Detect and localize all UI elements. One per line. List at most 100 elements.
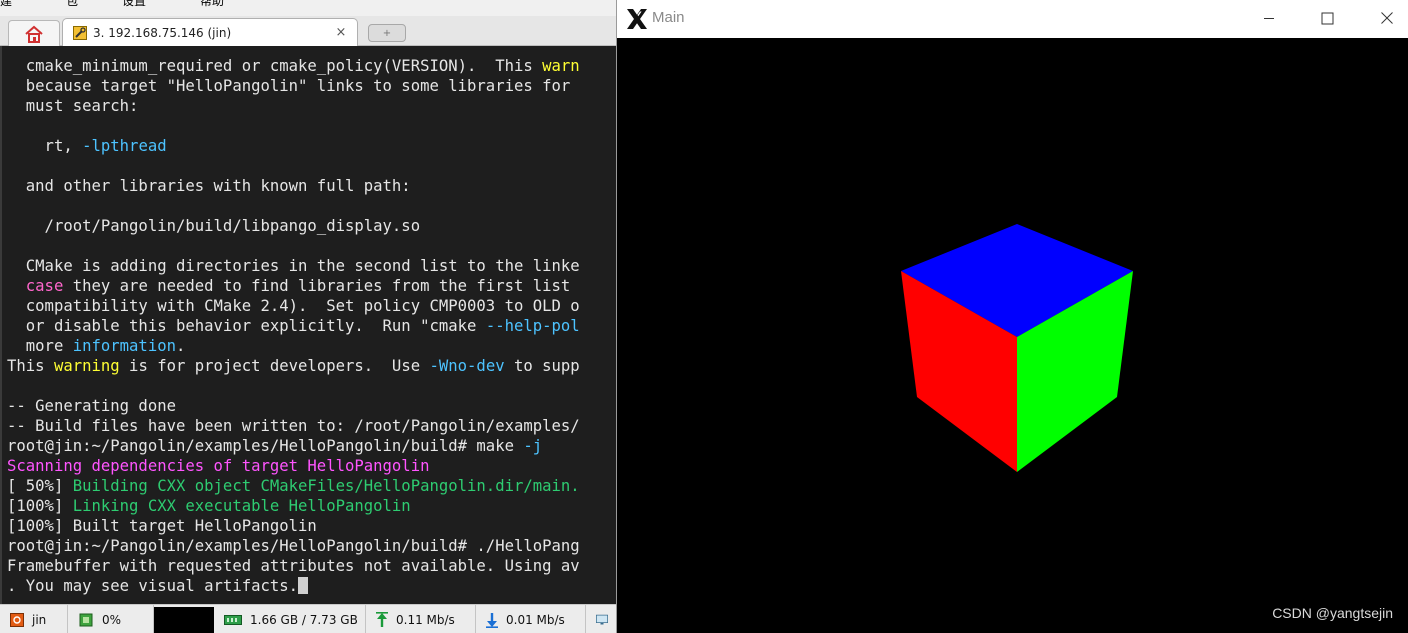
terminal-text: This (7, 357, 54, 375)
tab-bar: 3. 192.168.75.146 (jin) × + (0, 16, 616, 46)
terminal-text: cmake_minimum_required or cmake_policy(V… (7, 57, 543, 75)
status-cpu-value: 0% (102, 612, 122, 627)
terminal-line: CMake is adding directories in the secon… (7, 256, 580, 276)
terminal-line: more information. (7, 336, 186, 356)
terminal-line: or disable this behavior explicitly. Run… (7, 316, 580, 336)
status-memory: 1.66 GB / 7.73 GB (214, 605, 366, 633)
terminal-text: compatibility with CMake 2.4). Set polic… (7, 297, 580, 315)
status-user-label: jin (32, 612, 47, 627)
terminal-text: is for project developers. Use (119, 357, 430, 375)
window-title: Main (652, 9, 685, 26)
terminal-text: case (25, 277, 64, 295)
terminal-text: Building CXX object CMakeFiles/HelloPang… (72, 477, 580, 495)
terminal-line: because target "HelloPangolin" links to … (7, 76, 571, 96)
new-tab-button[interactable]: + (368, 24, 406, 42)
viewer-window: Main CSDN @yangtsejin (616, 0, 1408, 633)
terminal-text: Scanning dependencies of target HelloPan… (7, 457, 430, 475)
upload-arrow-icon (376, 611, 388, 627)
menu-item[interactable]: 包 (66, 0, 78, 9)
cpu-graph (154, 607, 214, 633)
tab-close-icon[interactable]: × (331, 25, 351, 40)
window-titlebar[interactable]: Main (617, 0, 1408, 38)
status-monitor (586, 605, 616, 633)
terminal-line: This warning is for project developers. … (7, 356, 580, 376)
terminal-text: root@jin:~/Pangolin/examples/HelloPangol… (7, 437, 524, 455)
terminal-line: compatibility with CMake 2.4). Set polic… (7, 296, 580, 316)
terminal-text: because target "HelloPangolin" links to … (7, 77, 571, 95)
menu-bar: 建 包 设置 帮助 (0, 0, 616, 8)
terminal-text: warn (542, 57, 580, 75)
terminal-text: Framebuffer with requested attributes no… (7, 557, 580, 575)
maximize-icon[interactable] (1315, 6, 1339, 30)
terminal-line: Framebuffer with requested attributes no… (7, 556, 580, 576)
terminal-text: CMake is adding directories in the secon… (7, 257, 580, 275)
terminal-text: /root/Pangolin/build/libpango_display.so (7, 217, 421, 235)
terminal-line: must search: (7, 96, 139, 116)
terminal-line: -- Generating done (7, 396, 176, 416)
terminal-line: Scanning dependencies of target HelloPan… (7, 456, 429, 476)
status-memory-value: 1.66 GB / 7.73 GB (250, 612, 358, 627)
x11-logo-icon (627, 9, 647, 29)
status-bar: jin 0% 1.66 GB / 7.73 GB 0.11 Mb/s 0.01 … (0, 604, 616, 633)
terminal-text: -j (523, 437, 543, 455)
terminal-text: -Wno-dev (429, 357, 505, 375)
terminal-line: cmake_minimum_required or cmake_policy(V… (7, 56, 580, 76)
terminal-line: . You may see visual artifacts. (7, 576, 309, 596)
cube-render (901, 224, 1133, 472)
terminal-text: -- Generating done (7, 397, 176, 415)
terminal-text: more (7, 337, 73, 355)
terminal-text: must search: (7, 97, 139, 115)
terminal-line: /root/Pangolin/build/libpango_display.so (7, 216, 421, 236)
terminal-text: [100%] (7, 497, 73, 515)
download-arrow-icon (486, 612, 498, 628)
terminal-text: Linking CXX executable HelloPangolin (72, 497, 411, 515)
terminal-line: and other libraries with known full path… (7, 176, 411, 196)
terminal-text: information (72, 337, 176, 355)
session-wrench-icon (73, 25, 87, 40)
terminal-text: warning (53, 357, 120, 375)
status-upload-value: 0.11 Mb/s (396, 612, 455, 627)
terminal-text: [100%] Built target HelloPangolin (7, 517, 317, 535)
status-user: jin (0, 605, 68, 633)
watermark: CSDN @yangtsejin (1272, 605, 1393, 621)
close-icon[interactable] (1375, 6, 1399, 30)
status-upload: 0.11 Mb/s (366, 605, 476, 633)
terminal-text: root@jin:~/Pangolin/examples/HelloPangol… (7, 537, 580, 555)
terminal-text: to supp (504, 357, 580, 375)
terminal-text: or disable this behavior explicitly. Run… (7, 317, 486, 335)
tab-title: 3. 192.168.75.146 (jin) (93, 25, 232, 40)
terminal-text: they are needed to find libraries from t… (63, 277, 571, 295)
terminal-app: 建 包 设置 帮助 3. 192.168.75.146 (jin) × + cm… (0, 0, 616, 633)
menu-item[interactable]: 帮助 (200, 0, 224, 9)
status-cpu: 0% (68, 605, 154, 633)
terminal-line: root@jin:~/Pangolin/examples/HelloPangol… (7, 436, 542, 456)
gl-viewport[interactable]: CSDN @yangtsejin (617, 38, 1408, 633)
status-download-value: 0.01 Mb/s (506, 612, 565, 627)
tab-session[interactable]: 3. 192.168.75.146 (jin) × (62, 18, 358, 46)
minimize-icon[interactable] (1257, 6, 1281, 30)
terminal-text: and other libraries with known full path… (7, 177, 411, 195)
terminal-cursor (298, 577, 309, 594)
menu-item[interactable]: 设置 (122, 0, 146, 9)
status-download: 0.01 Mb/s (476, 605, 586, 633)
terminal-text: . You may see visual artifacts. (7, 577, 299, 595)
terminal-text: [ 50%] (7, 477, 73, 495)
plus-icon: + (382, 27, 392, 39)
memory-icon (224, 614, 242, 625)
terminal-text: . (176, 337, 186, 355)
terminal-text: rt, (7, 137, 83, 155)
terminal-icon (10, 612, 24, 627)
home-tab[interactable] (8, 20, 60, 46)
terminal-line: rt, -lpthread (7, 136, 167, 156)
terminal-text: --help-pol (485, 317, 580, 335)
monitor-icon (596, 614, 608, 624)
terminal-output[interactable]: cmake_minimum_required or cmake_policy(V… (0, 46, 616, 604)
terminal-line: case they are needed to find libraries f… (7, 276, 571, 296)
terminal-line: [100%] Built target HelloPangolin (7, 516, 317, 536)
menu-item[interactable]: 建 (0, 0, 12, 9)
terminal-line: [100%] Linking CXX executable HelloPango… (7, 496, 411, 516)
terminal-line: root@jin:~/Pangolin/examples/HelloPangol… (7, 536, 580, 556)
terminal-line: -- Build files have been written to: /ro… (7, 416, 580, 436)
cpu-icon (79, 613, 93, 626)
